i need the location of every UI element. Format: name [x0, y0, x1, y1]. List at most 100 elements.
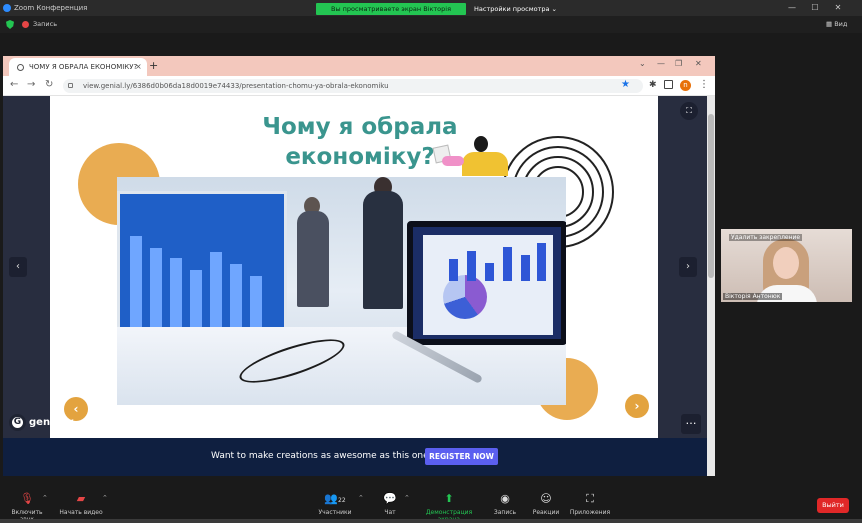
illustration-person-body	[462, 152, 508, 176]
video-options-caret[interactable]: ⌃	[102, 494, 108, 502]
participants-options-caret[interactable]: ⌃	[358, 494, 364, 502]
participants-icon: 👥22	[324, 492, 346, 505]
photo-monitor	[117, 191, 287, 331]
illustration-person-head	[474, 136, 488, 152]
address-bar[interactable]: view.genial.ly/6386d0b06da18d0019e74433/…	[63, 79, 643, 93]
browser-restore-button[interactable]: ❐	[675, 59, 682, 68]
page-prev-button[interactable]: ‹	[9, 257, 27, 277]
participants-label: Участники	[318, 509, 352, 516]
maximize-button[interactable]: ☐	[805, 2, 825, 14]
meeting-info-bar: Запись ▦ Вид	[0, 16, 862, 33]
tab-strip: ЧОМУ Я ОБРАЛА ЕКОНОМІКУ? × + ⌄ — ❐ ✕	[3, 56, 715, 76]
photo-bar	[170, 258, 182, 328]
recording-label[interactable]: Запись	[33, 20, 57, 28]
tab-close-icon[interactable]: ×	[135, 58, 142, 76]
grid-icon: ▦	[826, 20, 835, 28]
slide-title-line: Чому я обрала	[262, 114, 458, 140]
video-person-face	[773, 247, 799, 279]
share-banner: Вы просматриваете экран Вікторія Антонюк	[316, 3, 466, 25]
leave-meeting-button[interactable]: Выйти	[817, 498, 849, 513]
photo-bar	[250, 276, 262, 328]
view-label: Вид	[834, 20, 848, 28]
shield-icon[interactable]	[6, 20, 14, 29]
record-dot-icon	[22, 21, 29, 28]
start-video-label: Начать видео	[59, 509, 103, 516]
participants-button[interactable]: 👥22 Участники	[312, 492, 358, 516]
window-title: Zoom Конференция	[14, 4, 88, 12]
view-button[interactable]: ▦ Вид	[826, 20, 847, 28]
reactions-button[interactable]: ☺ Реакции	[528, 492, 564, 516]
shared-browser-window: ЧОМУ Я ОБРАЛА ЕКОНОМІКУ? × + ⌄ — ❐ ✕ ← →…	[3, 56, 715, 476]
browser-close-button[interactable]: ✕	[695, 59, 702, 68]
participant-video-tile[interactable]: Удалить закрепление Вікторія Антонюк	[721, 229, 852, 302]
photo-bar	[467, 251, 476, 281]
video-off-icon: ▰	[76, 492, 86, 505]
share-screen-icon: ⬆	[444, 492, 454, 505]
chat-options-caret[interactable]: ⌃	[404, 494, 410, 502]
browser-toolbar: ← → ↻ view.genial.ly/6386d0b06da18d0019e…	[3, 76, 715, 96]
minimize-button[interactable]: —	[782, 2, 802, 14]
genially-logo[interactable]: G genially	[9, 412, 74, 432]
scrollbar-thumb[interactable]	[708, 114, 714, 278]
photo-bar	[130, 236, 142, 328]
apps-button[interactable]: ⛶ Приложения	[568, 492, 612, 516]
genially-favicon-icon	[17, 64, 24, 71]
slide-next-button[interactable]: ›	[625, 394, 649, 418]
photo-bar	[150, 248, 162, 328]
record-button[interactable]: ◉ Запись	[488, 492, 522, 516]
photo-laptop	[407, 221, 566, 345]
genially-wordmark: genially	[29, 416, 74, 428]
reactions-label: Реакции	[532, 509, 560, 516]
mic-options-caret[interactable]: ⌃	[42, 494, 48, 502]
browser-menu-icon[interactable]: ⋮	[699, 79, 709, 90]
profile-avatar[interactable]: n	[680, 80, 691, 91]
participant-name-label: Вікторія Антонюк	[723, 293, 783, 300]
forward-icon[interactable]: →	[27, 79, 35, 90]
close-window-button[interactable]: ✕	[828, 2, 848, 14]
more-options-button[interactable]: …	[681, 414, 701, 434]
lock-icon[interactable]	[68, 83, 73, 88]
apps-label: Приложения	[569, 509, 611, 516]
promo-text: Want to make creations as awesome as thi…	[211, 451, 434, 461]
zoom-meeting-toolbar: 🎙 Включить звук ⌃ ▰ Начать видео ⌃ 👥22 У…	[0, 488, 862, 523]
new-tab-button[interactable]: +	[149, 59, 158, 72]
photo-bar	[503, 247, 512, 281]
zoom-logo-icon	[3, 4, 11, 12]
photo-bar	[521, 255, 530, 281]
taskbar-strip	[0, 519, 862, 523]
lock-open-icon: ⛶	[686, 106, 692, 115]
chat-button[interactable]: 💬 Чат	[372, 492, 408, 516]
bookmark-star-icon[interactable]: ★	[621, 79, 630, 90]
photo-bar	[230, 264, 242, 328]
tab-search-icon[interactable]: ⌄	[639, 59, 646, 68]
side-panel-icon[interactable]	[664, 80, 673, 89]
view-options-button[interactable]: Настройки просмотра ⌄	[474, 3, 557, 15]
photo-bar	[537, 243, 546, 281]
record-icon: ◉	[500, 492, 510, 505]
browser-minimize-button[interactable]: —	[657, 59, 665, 68]
participants-count: 22	[338, 497, 346, 504]
photo-bar	[210, 252, 222, 328]
start-video-button[interactable]: ▰ Начать видео	[58, 492, 104, 516]
photo-bar	[449, 259, 458, 281]
unpin-label[interactable]: Удалить закрепление	[729, 234, 803, 241]
photo-pie-chart	[443, 275, 487, 319]
photo-bar	[190, 270, 202, 328]
tab-title: ЧОМУ Я ОБРАЛА ЕКОНОМІКУ?	[29, 63, 138, 71]
photo-laptop-screen	[423, 235, 553, 335]
reactions-icon: ☺	[540, 492, 552, 505]
presentation-slide: Чому я обрала економіку?	[50, 96, 658, 438]
back-icon[interactable]: ←	[10, 79, 18, 90]
lock-view-button[interactable]: ⛶	[680, 102, 698, 120]
genially-logo-icon: G	[9, 413, 26, 431]
photo-person	[363, 191, 403, 309]
register-now-button[interactable]: REGISTER NOW	[425, 448, 498, 465]
extensions-icon[interactable]: ✱	[649, 80, 657, 90]
genially-page: Чому я обрала економіку? ‹ › ‹ › ⛶ … G g…	[3, 96, 715, 476]
reload-icon[interactable]: ↻	[45, 79, 53, 90]
browser-tab[interactable]: ЧОМУ Я ОБРАЛА ЕКОНОМІКУ? ×	[9, 58, 147, 76]
page-next-button[interactable]: ›	[679, 257, 697, 277]
slide-photo	[117, 177, 566, 405]
illustration-person-arm	[442, 156, 464, 166]
chat-label: Чат	[384, 509, 396, 516]
